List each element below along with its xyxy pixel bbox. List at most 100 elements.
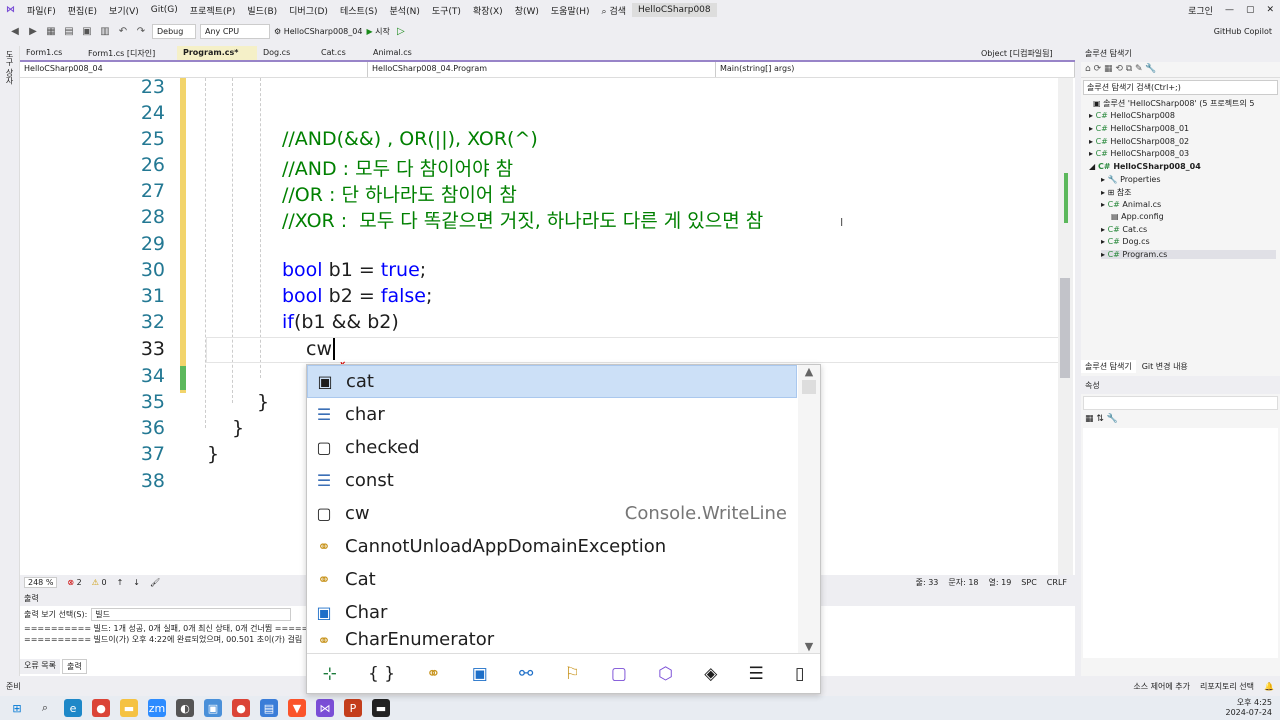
add-to-source-control[interactable]: 소스 제어에 추가: [1133, 681, 1190, 692]
tree-project[interactable]: ▸ C# HelloCSharp008_02: [1089, 137, 1189, 146]
tree-project[interactable]: ▸ C# HelloCSharp008_01: [1089, 124, 1189, 133]
login-button[interactable]: 로그인: [1182, 4, 1219, 17]
menu-project[interactable]: 프로젝트(P): [184, 4, 242, 17]
down-arrow-icon[interactable]: ↓: [133, 578, 140, 587]
completion-scrollbar[interactable]: ▲ ▼: [798, 365, 820, 653]
completion-item[interactable]: ▢ checked: [307, 431, 797, 464]
config-select[interactable]: Debug: [152, 23, 196, 39]
completion-item[interactable]: ☰ char: [307, 398, 797, 431]
tab-animal[interactable]: Animal.cs: [367, 46, 427, 60]
namespace-filter-icon[interactable]: { }: [368, 664, 395, 684]
start-button[interactable]: ▶ 시작: [366, 26, 389, 37]
module-filter-icon[interactable]: ⬡: [658, 664, 673, 684]
up-arrow-icon[interactable]: ↑: [117, 578, 124, 587]
copilot-button[interactable]: GitHub Copilot: [1214, 27, 1280, 36]
tab-git-changes[interactable]: Git 변경 내용: [1138, 360, 1192, 373]
minimize-icon[interactable]: —: [1219, 5, 1240, 15]
delegate-filter-icon[interactable]: ▢: [611, 664, 627, 684]
new-item-icon[interactable]: ▦: [44, 24, 58, 38]
powerpoint-icon[interactable]: P: [344, 699, 362, 717]
notification-icon[interactable]: 🔔: [1264, 682, 1274, 691]
menu-file[interactable]: 파일(F): [21, 4, 62, 17]
close-icon[interactable]: ✕: [1260, 5, 1280, 15]
zoom-select[interactable]: 248 %: [24, 576, 58, 588]
zoom-icon[interactable]: zm: [148, 699, 166, 717]
redo-icon[interactable]: ↷: [134, 24, 148, 38]
completion-item[interactable]: ▣ Char: [307, 596, 797, 629]
struct-filter-icon[interactable]: ▣: [472, 664, 488, 684]
toolbox-tab[interactable]: 도구 상자: [0, 46, 19, 89]
chrome-icon[interactable]: ●: [232, 699, 250, 717]
categorized-icon[interactable]: ▦: [1085, 414, 1094, 424]
solution-root[interactable]: ▣ 솔루션 'HelloCSharp008' (5 프로젝트의 5: [1093, 98, 1254, 109]
tree-item-references[interactable]: ▸ ⊞ 참조: [1101, 187, 1132, 198]
error-count[interactable]: ⊗ 2: [67, 578, 81, 587]
menu-build[interactable]: 빌드(B): [241, 4, 283, 17]
back-icon[interactable]: ◀: [8, 24, 22, 38]
warning-count[interactable]: ⚠ 0: [92, 578, 107, 587]
menu-analyze[interactable]: 분석(N): [384, 4, 426, 17]
output-source-select[interactable]: 빌드: [91, 608, 292, 621]
save-icon[interactable]: ▣: [80, 24, 94, 38]
menu-view[interactable]: 보기(V): [103, 4, 145, 17]
expand-filter-icon[interactable]: ⊹: [323, 664, 337, 684]
brave-icon[interactable]: ▼: [288, 699, 306, 717]
vs-logo-icon[interactable]: ⋈: [0, 5, 21, 15]
class-filter-icon[interactable]: ⚭: [426, 664, 440, 684]
tree-item-file[interactable]: ▸ C# Cat.cs: [1101, 225, 1147, 234]
clock[interactable]: 오후 4:25 2024-07-24: [1226, 698, 1280, 718]
tab-error-list[interactable]: 오류 목록: [20, 659, 60, 674]
scroll-down-icon[interactable]: ▼: [798, 640, 820, 653]
tree-item-file[interactable]: ▸ C# Dog.cs: [1101, 237, 1150, 246]
tab-program[interactable]: Program.cs*: [177, 46, 257, 60]
menu-window[interactable]: 창(W): [509, 4, 545, 17]
app-icon[interactable]: ◐: [176, 699, 194, 717]
start-icon[interactable]: ⊞: [8, 699, 26, 717]
brush-icon[interactable]: 🖌: [150, 578, 160, 587]
startup-project-select[interactable]: ⚙ HelloCSharp008_04: [274, 27, 362, 36]
tab-dog[interactable]: Dog.cs: [257, 46, 315, 60]
tab-cat[interactable]: Cat.cs: [315, 46, 367, 60]
completion-item[interactable]: ⚭ CannotUnloadAppDomainException: [307, 530, 797, 563]
scroll-up-icon[interactable]: ▲: [798, 365, 820, 378]
tab-output[interactable]: 출력: [61, 659, 87, 674]
interface-filter-icon[interactable]: ⚯: [519, 664, 533, 684]
snippet-filter-icon[interactable]: ◈: [704, 664, 717, 684]
keyword-filter-icon[interactable]: ☰: [749, 664, 764, 684]
tree-project[interactable]: ▸ C# HelloCSharp008: [1089, 111, 1175, 120]
tree-item-file[interactable]: ▸ C# Animal.cs: [1101, 200, 1161, 209]
wrench-icon[interactable]: 🔧: [1107, 414, 1118, 424]
terminal-icon[interactable]: ▬: [372, 699, 390, 717]
platform-select[interactable]: Any CPU: [200, 23, 270, 39]
menu-test[interactable]: 테스트(S): [334, 4, 384, 17]
select-repository[interactable]: 리포지토리 선택: [1200, 681, 1254, 692]
properties-object-select[interactable]: [1083, 396, 1278, 410]
tree-project[interactable]: ▸ C# HelloCSharp008_03: [1089, 149, 1189, 158]
menu-tools[interactable]: 도구(T): [426, 4, 467, 17]
tab-object-decompiled[interactable]: Object [디컴파일됨]: [975, 46, 1075, 60]
tree-item-file[interactable]: ▤ App.config: [1111, 212, 1164, 221]
save-all-icon[interactable]: ▥: [98, 24, 112, 38]
tree-project-active[interactable]: ◢ C# HelloCSharp008_04: [1089, 162, 1201, 171]
solution-search-input[interactable]: 솔루션 탐색기 검색(Ctrl+;): [1083, 80, 1278, 95]
menu-extensions[interactable]: 확장(X): [467, 4, 509, 17]
menu-git[interactable]: Git(G): [145, 5, 184, 15]
menu-debug[interactable]: 디버그(D): [283, 4, 334, 17]
scrollbar-thumb[interactable]: [802, 380, 816, 394]
completion-item-selected[interactable]: ▣ cat: [307, 365, 797, 398]
line-ending-indicator[interactable]: CRLF: [1047, 578, 1075, 587]
undo-icon[interactable]: ↶: [116, 24, 130, 38]
search-icon[interactable]: ⌕: [36, 699, 54, 717]
folder-icon[interactable]: ▬: [120, 699, 138, 717]
completion-item[interactable]: ☰ const: [307, 464, 797, 497]
whitespace-indicator[interactable]: SPC: [1021, 578, 1037, 587]
tree-item-properties[interactable]: ▸ 🔧 Properties: [1101, 175, 1161, 184]
alphabetical-icon[interactable]: ⇅: [1096, 414, 1104, 424]
nav-project-select[interactable]: HelloCSharp008_04: [20, 62, 368, 77]
chrome-icon[interactable]: ●: [92, 699, 110, 717]
completion-item[interactable]: ▢ cw Console.WriteLine: [307, 497, 797, 530]
menu-help[interactable]: 도움말(H): [545, 4, 596, 17]
enum-filter-icon[interactable]: ⚐: [564, 664, 579, 684]
start-without-debug-icon[interactable]: ▷: [394, 24, 408, 38]
target-type-filter-icon[interactable]: ▯: [795, 664, 804, 684]
